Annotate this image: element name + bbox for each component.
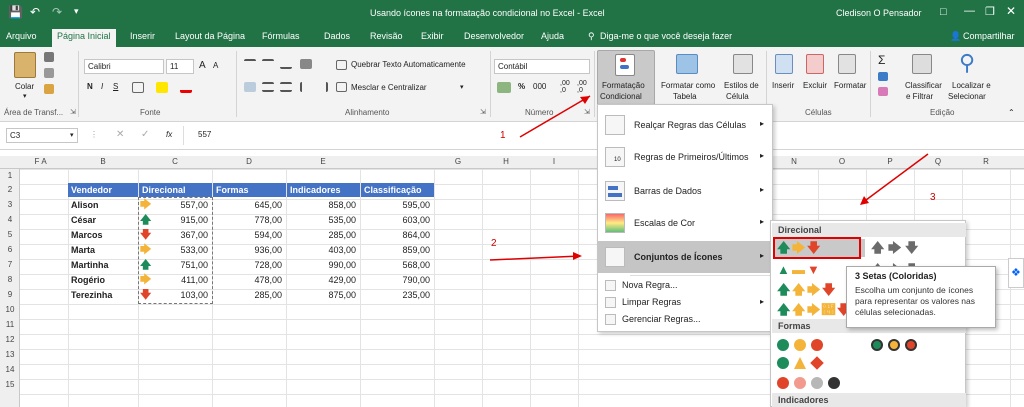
arrow-icon: 🡇 — [905, 240, 919, 255]
clear-rules-icon — [605, 297, 616, 308]
callout-label-1: 1 — [500, 130, 506, 141]
callout-label-2: 2 — [491, 238, 497, 249]
chevron-right-icon: ▸ — [759, 217, 764, 226]
manage-rules-icon — [605, 314, 616, 325]
top10-badge: 10 — [614, 157, 621, 163]
arrow-icon: 🡈 — [822, 302, 835, 317]
icon-sets-icon — [605, 247, 625, 267]
arrow-icon: 🡆 — [807, 282, 821, 297]
dropbox-icon: ❖ — [1011, 267, 1021, 279]
arrow-icon: 🡅 — [871, 240, 885, 255]
data-bars-icon — [605, 181, 625, 201]
icon-set-option[interactable] — [775, 355, 865, 371]
callout-arrow-2 — [489, 255, 581, 261]
section-header-indicators: Indicadores — [772, 393, 966, 407]
shape-icon — [811, 339, 823, 351]
menu-item-highlight-rules[interactable]: Realçar Regras das Células ▸ — [598, 111, 772, 139]
shape-icon — [794, 357, 806, 369]
menu-item-icon-sets[interactable]: Conjuntos de Ícones ▸ — [598, 241, 772, 273]
menu-item-new-rule[interactable]: Nova Regra... — [598, 277, 772, 294]
shape-icon — [777, 377, 789, 389]
arrow-icon: 🡆 — [807, 302, 821, 317]
arrow-icon: ▼ — [807, 262, 820, 277]
shape-icon — [828, 377, 840, 389]
menu-item-top-bottom-rules[interactable]: 10 Regras de Primeiros/Últimos ▸ — [598, 143, 772, 171]
arrow-icon: 🡅 — [792, 282, 806, 297]
highlight-rules-icon — [605, 115, 625, 135]
callout-arrowhead-2 — [573, 252, 582, 260]
callout-arrowhead-1 — [580, 96, 590, 104]
shape-icon — [777, 357, 789, 369]
menu-item-color-scales[interactable]: Escalas de Cor ▸ — [598, 209, 772, 237]
arrow-icon: 🡇 — [822, 282, 836, 297]
icon-set-option[interactable] — [869, 337, 929, 353]
menu-item-label: Regras de Primeiros/Últimos — [634, 152, 749, 162]
icon-set-option[interactable] — [775, 375, 865, 391]
arrow-icon: 🡅 — [792, 302, 806, 317]
tooltip-title: 3 Setas (Coloridas) — [855, 271, 937, 281]
chevron-right-icon: ▸ — [759, 251, 764, 260]
shape-icon — [777, 339, 789, 351]
menu-item-data-bars[interactable]: Barras de Dados ▸ — [598, 177, 772, 205]
icon-set-tooltip: 3 Setas (Coloridas) Escolha um conjunto … — [846, 266, 996, 328]
menu-item-label: Conjuntos de Ícones — [634, 252, 723, 262]
arrow-icon: 🡅 — [777, 282, 791, 297]
new-rule-icon — [605, 280, 616, 291]
shape-icon — [905, 339, 917, 351]
arrow-icon: 🡅 — [777, 302, 791, 317]
chevron-right-icon: ▸ — [759, 297, 764, 306]
menu-item-manage-rules[interactable]: Gerenciar Regras... — [598, 311, 772, 328]
shape-icon — [811, 377, 823, 389]
dropbox-badge[interactable]: ❖ — [1008, 258, 1024, 288]
top-bottom-icon: 10 — [605, 147, 625, 167]
chevron-right-icon: ▸ — [759, 185, 764, 194]
menu-item-clear-rules[interactable]: Limpar Regras ▸ — [598, 294, 772, 311]
menu-item-label: Escalas de Cor — [634, 218, 696, 228]
callout-arrow-1 — [519, 95, 591, 138]
shape-icon — [871, 339, 883, 351]
callout-arrow-3 — [861, 153, 929, 204]
menu-item-label: Barras de Dados — [634, 186, 702, 196]
shape-icon — [888, 339, 900, 351]
conditional-formatting-menu: Realçar Regras das Células ▸ 10 Regras d… — [597, 104, 773, 332]
shape-icon — [794, 339, 806, 351]
arrow-icon: ▬ — [792, 262, 805, 277]
icon-set-option[interactable]: 🡅🡆🡇 — [869, 239, 929, 257]
chevron-right-icon: ▸ — [759, 119, 764, 128]
icon-set-option[interactable] — [775, 337, 865, 353]
callout-arrowhead-3 — [860, 196, 869, 205]
callout-label-3: 3 — [930, 192, 936, 203]
shape-icon — [794, 377, 806, 389]
chevron-right-icon: ▸ — [759, 151, 764, 160]
menu-item-label: Nova Regra... — [622, 280, 678, 290]
section-header-directional: Direcional — [772, 223, 966, 237]
menu-item-label: Realçar Regras das Células — [634, 120, 747, 130]
shape-icon — [810, 356, 824, 370]
menu-separator — [630, 275, 770, 276]
color-scales-icon — [605, 213, 625, 233]
tooltip-body: Escolha um conjunto de ícones para repre… — [855, 285, 976, 317]
selected-icon-set-highlight — [773, 237, 861, 259]
menu-item-label: Gerenciar Regras... — [622, 314, 701, 324]
arrow-icon: ▲ — [777, 262, 790, 277]
menu-item-label: Limpar Regras — [622, 297, 682, 307]
arrow-icon: 🡆 — [888, 240, 902, 255]
